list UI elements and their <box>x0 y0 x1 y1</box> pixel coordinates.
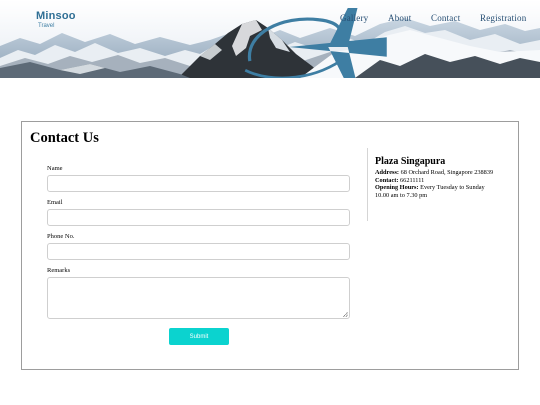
contact-value: 66211111 <box>400 176 425 184</box>
nav-registration[interactable]: Registration <box>480 13 526 23</box>
nav-contact[interactable]: Contact <box>431 13 460 23</box>
address-value: 68 Orchard Road, Singapore 238839 <box>400 169 494 176</box>
hours-line-2: 10.00 am to 7.30 pm <box>375 191 428 199</box>
email-label: Email <box>47 199 63 206</box>
contact-card: Contact Us Name Email Phone No. Remarks … <box>21 121 519 370</box>
location-name: Plaza Singapura <box>375 156 446 167</box>
address-line: Address: 68 Orchard Road, Singapore 2388… <box>375 169 515 177</box>
contact-label: Contact: <box>375 176 399 184</box>
header-banner: Minsoo Travel Gallery About Contact Regi… <box>0 0 540 78</box>
hours-label: Opening Hours: <box>375 184 419 192</box>
page-title: Contact Us <box>30 130 99 146</box>
email-field[interactable] <box>47 209 350 226</box>
address-label: Address: <box>375 169 400 176</box>
resize-handle-icon[interactable] <box>343 312 348 317</box>
hours-line: Opening Hours: Every Tuesday to Sunday <box>375 184 515 192</box>
location-info: Plaza Singapura Address: 68 Orchard Road… <box>375 156 515 199</box>
name-field[interactable] <box>47 175 350 192</box>
remarks-textarea[interactable] <box>47 277 350 319</box>
phone-label: Phone No. <box>47 233 75 240</box>
submit-button[interactable]: Submit <box>169 328 229 345</box>
nav-about[interactable]: About <box>388 13 412 23</box>
nav-gallery[interactable]: Gallery <box>340 13 368 23</box>
contact-line: Contact: 66211111 <box>375 177 515 185</box>
name-label: Name <box>47 165 63 172</box>
phone-field[interactable] <box>47 243 350 260</box>
remarks-label: Remarks <box>47 267 71 274</box>
hours-value-1: Every Tuesday to Sunday <box>420 184 485 192</box>
divider <box>367 148 368 221</box>
main-nav: Gallery About Contact Registration <box>0 13 540 27</box>
